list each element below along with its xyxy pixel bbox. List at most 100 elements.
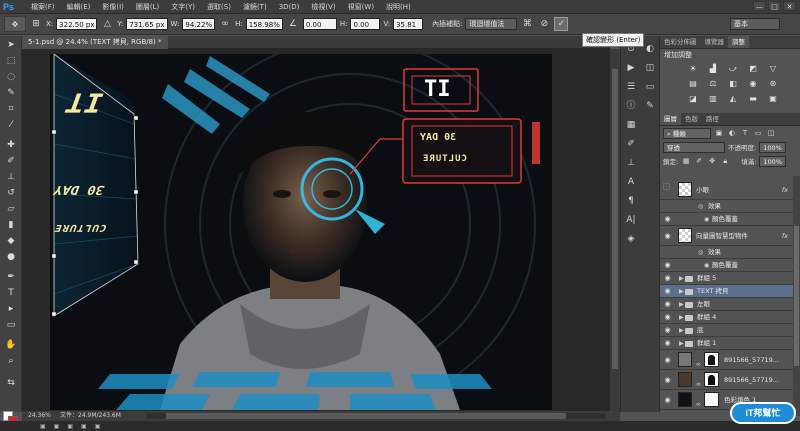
layer-row[interactable]: ◉ 向量圖智慧型物件 fx (660, 226, 800, 246)
brush-presets-icon[interactable]: ✐ (623, 137, 639, 151)
blend-mode-select[interactable]: 穿透 (663, 141, 725, 153)
black-white-icon[interactable]: ◧ (726, 78, 740, 90)
menu-view[interactable]: 檢視(V) (305, 2, 341, 12)
lock-image-icon[interactable]: ✐ (694, 156, 704, 166)
menu-filter[interactable]: 濾鏡(T) (237, 2, 273, 12)
visibility-eye-icon[interactable]: ◉ (663, 298, 672, 311)
expand-arrow-icon[interactable]: ▶ (679, 324, 684, 337)
lock-all-icon[interactable]: 🔒︎ (720, 156, 730, 166)
fx-icon[interactable]: fx (782, 180, 788, 200)
fx-icon[interactable]: fx (782, 226, 788, 246)
path-select-tool-icon[interactable]: ▸ (4, 304, 18, 315)
notes-icon[interactable]: ✎ (642, 99, 658, 113)
clone-source-icon[interactable]: ⊥ (623, 156, 639, 170)
layer-row[interactable]: · 小眼 fx (660, 180, 800, 200)
layer-effect-row[interactable]: ◉ ◉ 顏色覆蓋 (660, 259, 800, 272)
scroll-thumb[interactable] (612, 69, 618, 369)
file-size-info[interactable]: 文件：24.9M/243.6M (60, 411, 121, 421)
history-brush-tool-icon[interactable]: ↺ (4, 188, 18, 199)
menu-image[interactable]: 影像(I) (96, 2, 130, 12)
visibility-eye-icon[interactable]: ◉ (663, 213, 672, 226)
tab-navigator[interactable]: 導覽器 (701, 36, 729, 48)
tab-layers[interactable]: 圖層 (660, 113, 681, 125)
adjustment-filter-icon[interactable]: ◐ (727, 128, 737, 138)
vskew-field[interactable]: 35.81 (393, 18, 424, 30)
zoom-tool-icon[interactable]: ⌕ (4, 356, 18, 367)
expand-arrow-icon[interactable]: ▶ (679, 298, 684, 311)
layer-group-row[interactable]: ◉ ▶ 群組 4 (660, 311, 800, 324)
hskew-field[interactable]: 0.00 (350, 18, 381, 30)
transform-tool-preset[interactable]: ✥ (4, 16, 26, 32)
zoom-level[interactable]: 24.36% (28, 411, 51, 421)
canvas-vertical-scrollbar[interactable] (610, 49, 620, 411)
maximize-button[interactable]: □ (768, 1, 781, 11)
layer-mask-thumbnail[interactable] (704, 392, 719, 407)
photo-filter-icon[interactable]: ◉ (746, 78, 760, 90)
cancel-transform-icon[interactable]: ⊘ (537, 17, 551, 31)
scroll-thumb[interactable] (166, 413, 566, 419)
pixel-filter-icon[interactable]: ▣ (714, 128, 724, 138)
timeline-icon[interactable]: ▭ (642, 80, 658, 94)
filter-kind-select[interactable]: ⌕ 種類 (663, 127, 711, 139)
layer-group-row[interactable]: ◉ ▶ 左眼 (660, 298, 800, 311)
layers-scrollbar[interactable] (793, 176, 800, 416)
link-icon[interactable]: ∞ (218, 17, 232, 31)
taskbar-icon[interactable]: ▣ (54, 423, 60, 430)
visibility-toggle[interactable]: · (663, 183, 670, 190)
shape-filter-icon[interactable]: ▭ (753, 128, 763, 138)
layer-group-row[interactable]: ◉ ▶ 群組 1 (660, 337, 800, 350)
properties-icon[interactable]: ☰ (623, 80, 639, 94)
eraser-tool-icon[interactable]: ▱ (4, 204, 18, 215)
opacity-field[interactable]: 100% (759, 141, 786, 153)
brightness-icon[interactable]: ☀ (686, 63, 700, 75)
visibility-eye-icon[interactable]: ◉ (663, 337, 672, 350)
blur-tool-icon[interactable]: ◆ (4, 236, 18, 247)
tab-histogram[interactable]: 色彩分佈圖 (660, 36, 701, 48)
lock-position-icon[interactable]: ✥ (707, 156, 717, 166)
invert-icon[interactable]: ◪ (686, 93, 700, 105)
hand-tool-icon[interactable]: ✋ (4, 340, 18, 351)
layer-group-row[interactable]: ◉ ▶ 群組 5 (660, 272, 800, 285)
visibility-eye-icon[interactable]: ◉ (663, 285, 672, 298)
type-filter-icon[interactable]: T (740, 128, 750, 138)
expand-arrow-icon[interactable]: ▶ (679, 337, 684, 350)
menu-type[interactable]: 文字(Y) (165, 2, 201, 12)
visibility-eye-icon[interactable]: ◉ (663, 311, 672, 324)
three-d-icon[interactable]: ◈ (623, 232, 639, 246)
menu-window[interactable]: 視窗(W) (342, 2, 380, 12)
swatches-icon[interactable]: ▦ (623, 118, 639, 132)
info-icon[interactable]: ⓘ (623, 99, 639, 113)
crop-tool-icon[interactable]: ⌗ (4, 104, 18, 115)
x-field[interactable]: 322.50 px (56, 18, 98, 30)
glyphs-icon[interactable]: A| (623, 213, 639, 227)
layer-effect-row[interactable]: ◉ ◉ 顏色覆蓋 (660, 213, 800, 226)
layer-group-row-selected[interactable]: ◉ ▶ TEXT 拷貝 (660, 285, 800, 298)
y-field[interactable]: 731.65 px (126, 18, 168, 30)
menu-select[interactable]: 選取(S) (201, 2, 237, 12)
visibility-eye-icon[interactable]: ◉ (663, 259, 672, 272)
vibrance-icon[interactable]: ▽ (766, 63, 780, 75)
type-tool-icon[interactable]: T (4, 288, 18, 299)
delta-icon[interactable]: △ (100, 17, 114, 31)
tab-channels[interactable]: 色版 (681, 113, 702, 125)
layer-effects-row[interactable]: ◎ 效果 (660, 246, 800, 259)
canvas-horizontal-scrollbar[interactable] (146, 413, 606, 419)
posterize-icon[interactable]: ▥ (706, 93, 720, 105)
marquee-tool-icon[interactable]: ⬚ (4, 56, 18, 67)
angle-field[interactable]: 0.00 (302, 18, 337, 30)
menu-edit[interactable]: 編輯(E) (61, 2, 97, 12)
curves-icon[interactable]: ⤻ (726, 63, 740, 75)
brush-tool-icon[interactable]: ✐ (4, 156, 18, 167)
paragraph-icon[interactable]: ¶ (623, 194, 639, 208)
layer-row[interactable]: ◉ ∞ 891566_57719... (660, 370, 800, 390)
gradient-map-icon[interactable]: ▬ (746, 93, 760, 105)
height-field[interactable]: 158.98% (245, 18, 283, 30)
move-tool-icon[interactable]: ➤ (4, 40, 18, 51)
menu-help[interactable]: 說明(H) (380, 2, 417, 12)
eyedropper-tool-icon[interactable]: ⁄ (4, 120, 18, 131)
visibility-eye-icon[interactable]: ◉ (663, 272, 672, 285)
dodge-tool-icon[interactable]: ● (4, 252, 18, 263)
expand-arrow-icon[interactable]: ▶ (679, 285, 684, 298)
visibility-eye-icon[interactable]: ◉ (663, 226, 672, 246)
gradient-tool-icon[interactable]: ▮ (4, 220, 18, 231)
